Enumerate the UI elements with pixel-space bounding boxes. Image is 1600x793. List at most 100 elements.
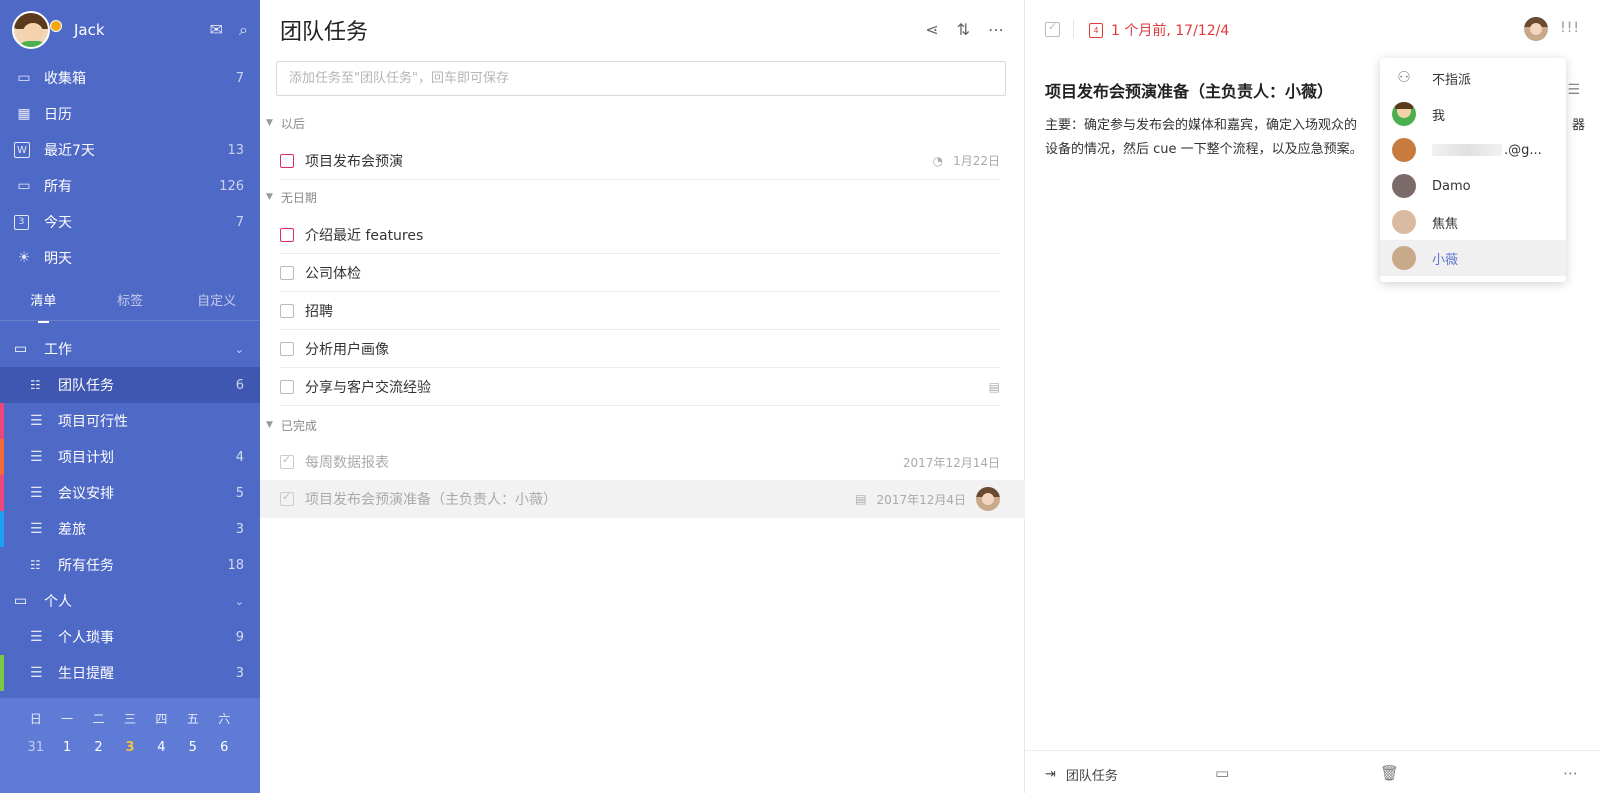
move-list-icon: ⇥ [1045,767,1056,782]
add-task-input[interactable] [276,61,1006,96]
task-row-completed[interactable]: 每周数据报表 2017年12月14日 [280,443,1000,481]
user-name[interactable]: Jack [74,21,105,39]
list-item-travel[interactable]: ☰ 差旅 3 [0,511,260,547]
task-title[interactable]: 项目发布会预演 [305,151,403,171]
unassign-icon: ⚇ [1397,68,1411,86]
nav-week[interactable]: W 最近7天 13 [0,132,260,168]
more-icon[interactable]: ⋯ [988,20,1004,39]
folder-work[interactable]: ▭ 工作 ⌄ [0,331,260,367]
nav-inbox[interactable]: ▭ 收集箱 7 [0,60,260,96]
list-color-bar [0,511,4,547]
weekday: 六 [218,712,231,726]
task-title[interactable]: 分析用户画像 [305,339,389,359]
mail-icon[interactable]: ✉ [210,20,223,40]
task-title[interactable]: 分享与客户交流经验 [305,377,431,397]
section-nodate[interactable]: ▼ 无日期 [266,186,317,208]
move-to-list[interactable]: ⇥ 团队任务 [1045,765,1118,784]
share-icon[interactable]: ⋖ [925,20,938,39]
calendar-day[interactable]: 2 [83,740,114,755]
list-label: 会议安排 [58,486,114,502]
task-row[interactable]: 招聘 [280,292,1000,330]
task-title[interactable]: 招聘 [305,301,333,321]
nav-count: 13 [227,142,244,158]
task-row[interactable]: 分析用户画像 [280,330,1000,368]
weekday: 三 [123,712,136,726]
task-checkbox-checked[interactable] [280,490,294,506]
sort-icon[interactable]: ⇅ [957,20,970,39]
chevron-down-icon[interactable]: ⌄ [235,343,244,356]
task-title[interactable]: 每周数据报表 [305,452,389,472]
avatar [1392,210,1416,234]
weekday: 四 [155,712,168,726]
more-icon[interactable]: ⋯ [1563,764,1578,782]
calendar-day[interactable]: 1 [51,740,82,755]
task-title[interactable]: 公司体检 [305,263,361,283]
task-row-selected[interactable]: 项目发布会预演准备（主负责人：小薇） ▤ 2017年12月4日 [280,480,1000,518]
list-label: 生日提醒 [58,666,114,682]
weekday: 日 [29,712,42,726]
tab-tags[interactable]: 标签 [87,287,174,320]
due-date[interactable]: 4 1 个月前, 17/12/4 [1089,20,1229,40]
calendar-day-today[interactable]: 3 [114,740,145,755]
detail-checkbox[interactable] [1045,20,1060,37]
task-checkbox[interactable] [280,341,294,356]
task-title[interactable]: 介绍最近 features [305,225,423,245]
tab-lists[interactable]: 清单 [0,287,87,323]
task-row[interactable]: 公司体检 [280,254,1000,292]
task-checkbox[interactable] [280,153,294,168]
comment-icon[interactable]: ▭ [1215,764,1229,782]
list-item-feasibility[interactable]: ☰ 项目可行性 [0,403,260,439]
list-item-birthdays[interactable]: ☰ 生日提醒 3 [0,655,260,691]
shared-list-icon: ☷ [30,378,41,392]
nav-today[interactable]: 3 今天 7 [0,204,260,240]
nav-all[interactable]: ▭ 所有 126 [0,168,260,204]
task-checkbox[interactable] [280,379,294,394]
task-checkbox[interactable] [280,303,294,318]
assign-option-jiaojiao[interactable]: 焦焦 [1380,204,1566,240]
nav-count: 7 [235,70,244,86]
assign-option-xiaowei[interactable]: 小薇 [1380,240,1566,276]
task-title[interactable]: 项目发布会预演准备（主负责人：小薇） [305,489,557,509]
task-checkbox[interactable] [280,265,294,280]
task-row[interactable]: 介绍最近 features [280,216,1000,254]
user-avatar[interactable] [12,11,50,49]
nav-tomorrow[interactable]: ☀ 明天 [0,240,260,276]
task-date: 1月22日 [953,154,1000,168]
folder-personal[interactable]: ▭ 个人 ⌄ [0,583,260,619]
all-icon: ▭ [17,178,31,194]
calendar-day[interactable]: 6 [209,740,240,755]
calendar-day[interactable]: 4 [146,740,177,755]
list-item-all-tasks[interactable]: ☷ 所有任务 18 [0,547,260,583]
calendar-day[interactable]: 31 [20,740,51,755]
list-label: 团队任务 [58,378,114,394]
calendar-icon: ▦ [17,106,31,122]
calendar-day[interactable]: 5 [177,740,208,755]
section-later[interactable]: ▼ 以后 [266,112,305,134]
list-item-meetings[interactable]: ☰ 会议安排 5 [0,475,260,511]
list-item-chores[interactable]: ☰ 个人琐事 9 [0,619,260,655]
assign-option-none[interactable]: ⚇ 不指派 [1380,60,1566,96]
chevron-down-icon[interactable]: ⌄ [235,595,244,608]
list-actions: ⋖ ⇅ ⋯ [925,20,1004,39]
task-row[interactable]: 分享与客户交流经验 ▤ [280,368,1000,406]
search-icon[interactable]: ⌕ [239,20,248,40]
task-checkbox-checked[interactable] [280,453,294,469]
assignee-button[interactable] [1524,17,1548,41]
detail-title[interactable]: 项目发布会预演准备（主负责人：小薇） [1045,78,1333,102]
shared-list-icon: ☷ [30,558,41,572]
section-done[interactable]: ▼ 已完成 [266,414,317,436]
nav-calendar[interactable]: ▦ 日历 [0,96,260,132]
assign-option-me[interactable]: 我 [1380,96,1566,132]
task-checkbox[interactable] [280,227,294,242]
description-format-icon[interactable]: ☰ [1567,82,1580,98]
task-row[interactable]: 项目发布会预演 ◔ 1月22日 [280,142,1000,180]
list-item-plan[interactable]: ☰ 项目计划 4 [0,439,260,475]
sidebar-tabs: 清单 标签 自定义 [0,287,260,323]
assign-option-damo[interactable]: Damo [1380,168,1566,204]
assign-option-email[interactable]: .@g... [1380,132,1566,168]
tab-custom[interactable]: 自定义 [173,287,260,320]
list-icon: ☰ [30,449,43,465]
priority-icon[interactable]: !!! [1560,20,1580,36]
list-item-team-tasks[interactable]: ☷ 团队任务 6 [0,367,260,403]
trash-icon[interactable]: 🗑 [1380,764,1399,782]
